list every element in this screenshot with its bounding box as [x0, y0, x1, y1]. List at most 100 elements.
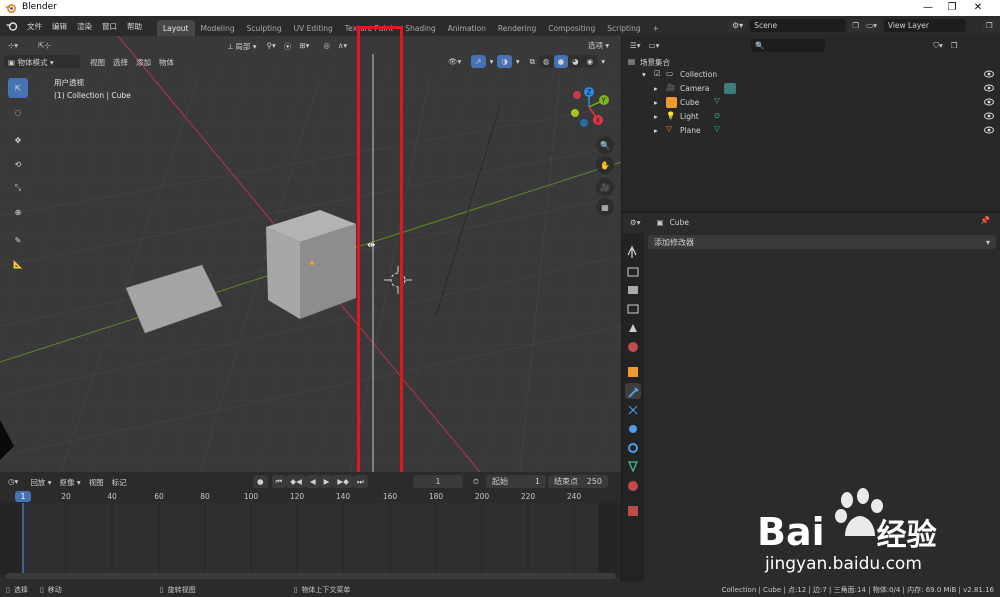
menu-window[interactable]: 窗口 — [97, 21, 122, 32]
pan-hand-icon[interactable]: ✋ — [596, 156, 614, 174]
shading-material-icon[interactable]: ◕ — [568, 54, 583, 68]
timeline-menu-playback[interactable]: 回放 ▾ — [26, 475, 55, 488]
outliner-row-light[interactable]: ▸ 💡 Light ⊙ — [622, 110, 1000, 124]
timeline-menu-keying[interactable]: 抠像 ▾ — [55, 475, 84, 488]
outliner-editor-type-icon[interactable]: ☰▾ — [626, 39, 645, 52]
annotate-tool[interactable]: ✎ — [8, 230, 28, 250]
camera-view-icon[interactable]: 🎥 — [596, 178, 614, 196]
menu-object[interactable]: 物体 — [155, 55, 178, 68]
outliner-row-scene-collection[interactable]: ▤ 场景集合 — [622, 55, 1000, 69]
new-scene-icon[interactable]: ❐ — [848, 19, 863, 32]
shading-dropdown-icon[interactable]: ▾ — [597, 55, 609, 68]
menu-edit[interactable]: 编辑 — [47, 21, 72, 32]
falloff-icon[interactable]: ∧▾ — [334, 39, 351, 52]
display-mode-icon[interactable]: ▭▾ — [645, 39, 664, 52]
checkbox-icon[interactable]: ☑ — [654, 69, 661, 78]
select-mode-icon[interactable]: ⇱⊹ — [34, 39, 55, 52]
menu-file[interactable]: 文件 — [22, 21, 47, 32]
play-icon[interactable]: ▶ — [319, 475, 334, 488]
menu-select[interactable]: 选择 — [109, 55, 132, 68]
timeline-ruler[interactable]: 1 20 40 60 80 100 120 140 160 180 200 22… — [0, 489, 621, 503]
tab-layout[interactable]: Layout — [157, 20, 195, 36]
add-modifier-dropdown[interactable]: 添加修改器 ▾ — [648, 235, 996, 249]
timeline-track-area[interactable] — [0, 503, 621, 575]
3d-viewport[interactable]: ⊹▾ ⇱⊹ ⟂ 局部 ▾ ⚲▾ ⦿ ⊞▾ ◎ ∧▾ 选项 ▾ ▣ 物体模式 ▾ … — [0, 36, 621, 472]
snap-target-icon[interactable]: ⊞▾ — [295, 39, 313, 52]
view-layer-field[interactable]: View Layer — [883, 19, 966, 32]
current-frame-field[interactable]: 1 — [413, 475, 463, 488]
tab-scripting[interactable]: Scripting — [601, 20, 646, 36]
modifier-context-icon[interactable]: ▣ — [653, 216, 668, 229]
gizmo-dropdown-icon[interactable]: ▾ — [486, 55, 498, 68]
pivot-point-icon[interactable]: ⚲▾ — [263, 39, 280, 52]
menu-add[interactable]: 添加 — [132, 55, 155, 68]
move-tool[interactable]: ✥ — [8, 130, 28, 150]
scene-icon[interactable]: ⚙▾ — [728, 19, 748, 32]
expand-icon[interactable]: ▸ — [654, 84, 658, 93]
tab-modeling[interactable]: Modeling — [195, 20, 241, 36]
eye-icon[interactable] — [984, 112, 994, 120]
timeline-menu-view[interactable]: 视图 — [85, 475, 108, 488]
zoom-icon[interactable]: 🔍 — [596, 136, 614, 154]
visibility-icon[interactable]: 👁▾ — [444, 55, 465, 68]
eye-icon[interactable] — [984, 126, 994, 134]
transform-orientation-dropdown[interactable]: ⟂ 局部 ▾ — [224, 39, 261, 52]
delete-view-layer-icon[interactable]: ✕ — [996, 19, 1000, 32]
view-layer-icon[interactable]: ▭▾ — [862, 19, 881, 32]
overlay-toggle-icon[interactable]: ◑ — [497, 54, 512, 68]
collapse-icon[interactable]: ▾ — [642, 70, 646, 79]
perspective-grid-icon[interactable]: ▦ — [596, 198, 614, 216]
tab-shading[interactable]: Shading — [399, 20, 441, 36]
tab-uv-editing[interactable]: UV Editing — [288, 20, 339, 36]
pin-icon[interactable]: 📌 — [980, 216, 990, 225]
options-dropdown[interactable]: 选项 ▾ — [584, 38, 613, 51]
maximize-icon[interactable]: ❐ — [944, 2, 960, 14]
expand-icon[interactable]: ▸ — [654, 126, 658, 135]
gizmo-toggle-icon[interactable]: ↗ — [471, 54, 486, 68]
menu-help[interactable]: 帮助 — [122, 21, 147, 32]
select-box-tool[interactable]: ⇱ — [8, 78, 28, 98]
expand-icon[interactable]: ▸ — [654, 112, 658, 121]
measure-tool[interactable]: 📐 — [8, 254, 28, 274]
shading-solid-icon[interactable]: ● — [553, 54, 569, 68]
outliner-row-collection[interactable]: ▾ ☑ ▭ Collection — [622, 68, 1000, 82]
minimize-icon[interactable]: — — [920, 2, 936, 14]
eye-icon[interactable] — [984, 98, 994, 106]
new-collection-icon[interactable]: ❐ — [947, 39, 962, 52]
xray-toggle-icon[interactable]: ⧉ — [526, 55, 539, 68]
outliner-search-input[interactable]: 🔍 — [751, 39, 826, 52]
auto-keying-icon[interactable]: ⏱ — [469, 475, 483, 488]
timeline-menu-marker[interactable]: 标记 — [108, 475, 131, 488]
tab-sculpting[interactable]: Sculpting — [241, 20, 288, 36]
play-reverse-icon[interactable]: ◀ — [305, 475, 320, 488]
tab-rendering[interactable]: Rendering — [492, 20, 542, 36]
record-icon[interactable]: ● — [253, 475, 268, 488]
expand-icon[interactable]: ▸ — [654, 98, 658, 107]
filter-icon[interactable]: ⛉▾ — [929, 39, 946, 52]
outliner-row-cube[interactable]: ▸ Cube ▽ — [622, 96, 1000, 110]
scene-name-field[interactable]: Scene — [750, 19, 847, 32]
close-icon[interactable]: ✕ — [970, 2, 986, 14]
editor-type-icon[interactable]: ⊹▾ — [4, 39, 22, 52]
snap-icon[interactable]: ⦿ — [280, 39, 296, 52]
tab-animation[interactable]: Animation — [442, 20, 492, 36]
start-frame-field[interactable]: 起始 1 — [486, 475, 546, 488]
outliner-row-camera[interactable]: ▸ 🎥 Camera — [622, 82, 1000, 96]
rotate-tool[interactable]: ⟲ — [8, 154, 28, 174]
cursor-tool[interactable]: ◌ — [8, 102, 28, 122]
properties-editor-type-icon[interactable]: ⚙▾ — [626, 216, 645, 229]
menu-view[interactable]: 视图 — [86, 55, 109, 68]
prev-keyframe-icon[interactable]: ◆◀ — [286, 475, 306, 488]
timeline-editor-type-icon[interactable]: ◷▾ — [4, 475, 22, 488]
shading-wireframe-icon[interactable]: ◍ — [539, 54, 554, 68]
eye-icon[interactable] — [984, 84, 994, 92]
proportional-edit-icon[interactable]: ◎ — [319, 39, 334, 52]
navigation-gizmo[interactable]: Y Z X — [560, 82, 618, 132]
mode-dropdown[interactable]: ▣ 物体模式 ▾ — [4, 54, 80, 68]
transform-tool[interactable]: ⊕ — [8, 202, 28, 222]
shading-rendered-icon[interactable]: ◉ — [582, 54, 598, 68]
eye-icon[interactable] — [984, 70, 994, 78]
jump-start-icon[interactable]: ⏮ — [271, 475, 287, 488]
add-workspace-icon[interactable]: + — [647, 20, 665, 36]
menu-render[interactable]: 渲染 — [72, 21, 97, 32]
